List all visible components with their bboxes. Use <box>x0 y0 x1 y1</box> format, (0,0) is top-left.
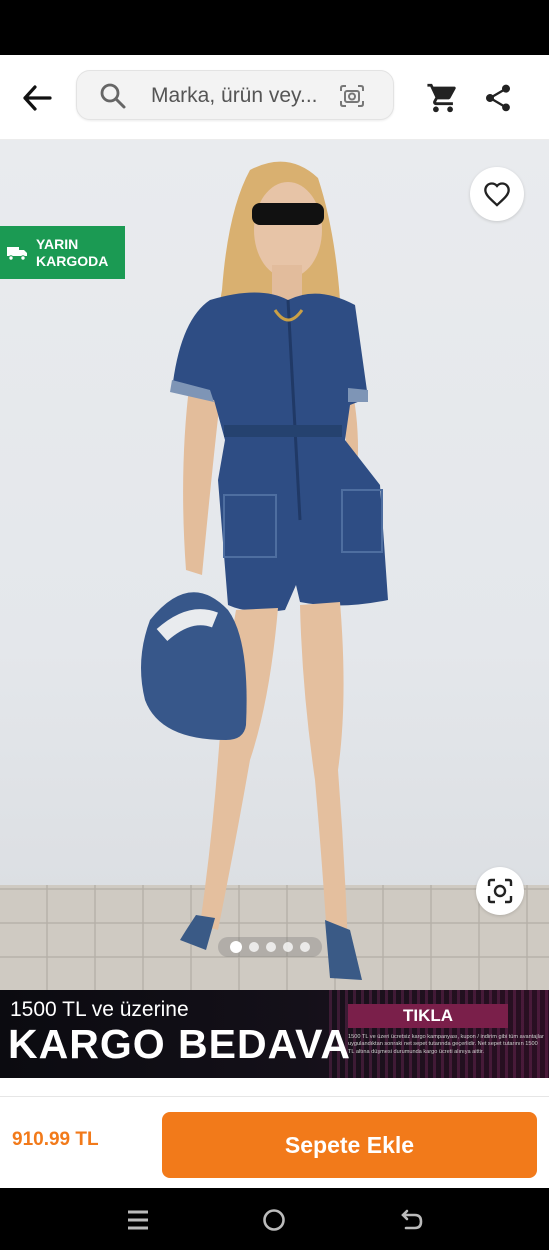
status-bar <box>0 0 549 55</box>
add-to-cart-button[interactable]: Sepete Ekle <box>162 1112 537 1178</box>
visual-search-button[interactable] <box>476 867 524 915</box>
back-icon[interactable] <box>398 1206 426 1234</box>
menu-icon[interactable] <box>124 1206 152 1234</box>
gallery-dot[interactable] <box>249 942 259 952</box>
truck-icon <box>7 246 27 261</box>
delivery-badge: YARIN KARGODA <box>0 226 125 279</box>
gallery-dot[interactable] <box>266 942 276 952</box>
search-input[interactable] <box>151 79 321 113</box>
search-bar[interactable] <box>76 70 394 120</box>
banner-cta-button[interactable]: TIKLA <box>348 1004 508 1028</box>
favorite-button[interactable] <box>470 167 524 221</box>
share-icon <box>486 84 510 112</box>
cart-icon <box>427 83 456 113</box>
product-image-gallery[interactable]: YARIN KARGODA <box>0 140 549 990</box>
arrow-left-icon <box>23 85 52 111</box>
product-price: 910.99 TL <box>12 1129 99 1150</box>
delivery-badge-line2: KARGODA <box>36 252 109 269</box>
home-circle-icon[interactable] <box>260 1206 288 1234</box>
delivery-badge-line1: YARIN <box>36 235 79 252</box>
cart-button[interactable] <box>426 81 460 115</box>
banner-line1: 1500 TL ve üzerine <box>10 998 189 1021</box>
camera-search-icon[interactable] <box>337 82 367 110</box>
gallery-dot[interactable] <box>230 941 242 953</box>
search-icon <box>100 83 126 109</box>
gallery-dot[interactable] <box>300 942 310 952</box>
free-shipping-banner[interactable]: 1500 TL ve üzerine KARGO BEDAVA TIKLA 15… <box>0 990 549 1078</box>
lens-icon <box>487 878 513 904</box>
top-bar <box>0 55 549 140</box>
back-button[interactable] <box>18 80 56 116</box>
heart-icon <box>484 182 510 207</box>
gallery-pagination <box>218 937 322 957</box>
system-navigation-bar <box>0 1188 549 1250</box>
gallery-dot[interactable] <box>283 942 293 952</box>
banner-fine-print: 1500 TL ve üzeri ücretsiz kargo kampanya… <box>348 1034 544 1055</box>
purchase-bar: 910.99 TL Sepete Ekle <box>0 1096 549 1188</box>
share-button[interactable] <box>482 81 514 115</box>
banner-headline: KARGO BEDAVA <box>8 1021 352 1067</box>
